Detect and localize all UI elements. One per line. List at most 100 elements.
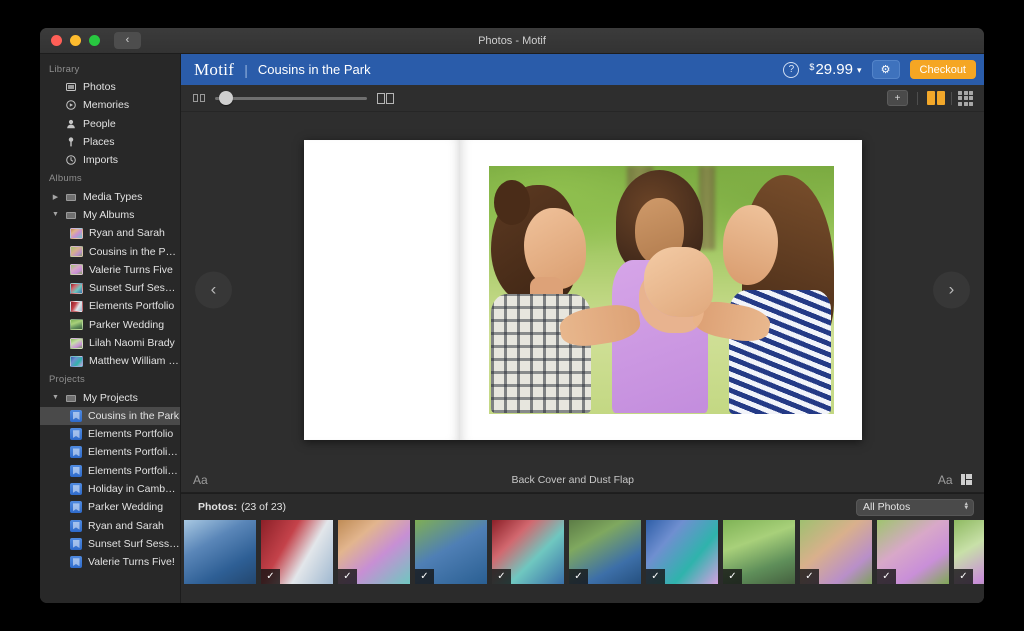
- sidebar-item-my-albums[interactable]: ▼ My Albums: [40, 206, 180, 224]
- sidebar-project-elements-portfolio-1[interactable]: Elements Portfolio: [40, 425, 180, 443]
- sidebar-project-holiday-in-cambodia[interactable]: Holiday in Cambodia: [40, 480, 180, 498]
- thumbnail-girls-with-bikes[interactable]: ✓: [723, 520, 795, 584]
- thumbnail-red-slide-tube[interactable]: ✓: [261, 520, 333, 584]
- book-photo[interactable]: [488, 165, 834, 414]
- help-icon[interactable]: ?: [783, 61, 800, 78]
- settings-button[interactable]: ⚙: [871, 60, 900, 79]
- maximize-icon[interactable]: [89, 35, 100, 46]
- used-check-icon: ✓: [261, 569, 280, 584]
- sidebar-item-label: Valerie Turns Five!: [88, 556, 175, 569]
- used-check-icon: ✓: [338, 569, 357, 584]
- sidebar-album-valerie-turns-five[interactable]: Valerie Turns Five: [40, 261, 180, 279]
- sidebar-item-places[interactable]: Places: [40, 133, 180, 151]
- sidebar-item-label: Holiday in Cambodia: [88, 483, 180, 496]
- book-page-right[interactable]: [460, 139, 862, 440]
- book-page-left[interactable]: [303, 139, 461, 440]
- sidebar-item-people[interactable]: People: [40, 115, 180, 133]
- project-icon: [70, 464, 82, 477]
- thumbnail-girl-blowing-bubbles[interactable]: ✓: [877, 520, 949, 584]
- sidebar-item-photos[interactable]: Photos: [40, 78, 180, 96]
- sidebar-project-valerie-turns-five[interactable]: Valerie Turns Five!: [40, 553, 180, 571]
- album-thumb-icon: [70, 227, 83, 239]
- double-page-icon[interactable]: [376, 92, 394, 104]
- thumbnail-boy-blue-shirt[interactable]: ✓: [415, 520, 487, 584]
- project-icon: [70, 483, 82, 496]
- toolbar-divider: [951, 91, 952, 105]
- grid-view-button[interactable]: [958, 90, 973, 106]
- sidebar-item-label: Valerie Turns Five: [89, 263, 173, 276]
- thumbnail-three-girls-bubbles[interactable]: ✓: [800, 520, 872, 584]
- sidebar-project-ryan-and-sarah[interactable]: Ryan and Sarah: [40, 517, 180, 535]
- sidebar-group-projects: Projects: [49, 374, 85, 386]
- places-icon: [65, 136, 77, 148]
- zoom-slider[interactable]: [214, 91, 367, 105]
- used-check-icon: ✓: [877, 569, 896, 584]
- sidebar-project-parker-wedding[interactable]: Parker Wedding: [40, 498, 180, 516]
- photos-label: Photos:: [198, 501, 238, 513]
- used-check-icon: ✓: [415, 569, 434, 584]
- sidebar[interactable]: Library Photos Memories People Places Im…: [40, 54, 181, 603]
- slider-knob[interactable]: [218, 91, 233, 105]
- two-page-view-button[interactable]: [927, 91, 945, 105]
- thumbnail-boy-on-slide[interactable]: [184, 520, 256, 584]
- sidebar-item-label: My Projects: [83, 391, 138, 404]
- toolbar-divider: [917, 91, 918, 105]
- book-canvas: ‹ ›: [181, 112, 984, 467]
- minimize-icon[interactable]: [70, 35, 81, 46]
- sidebar-item-label: Places: [83, 136, 115, 149]
- thumbnail-three-girls-playground[interactable]: ✓: [338, 520, 410, 584]
- sidebar-album-lilah-naomi-brady[interactable]: Lilah Naomi Brady: [40, 334, 180, 352]
- desktop-background: ‹ Photos - Motif Library Photos Memories: [0, 0, 1024, 631]
- sidebar-item-imports[interactable]: Imports: [40, 151, 180, 169]
- sidebar-project-sunset-surf-session[interactable]: Sunset Surf Session: [40, 535, 180, 553]
- checkout-button[interactable]: Checkout: [909, 60, 976, 79]
- project-title: Cousins in the Park: [257, 62, 371, 77]
- sidebar-group-library: Library: [49, 64, 80, 75]
- sidebar-album-elements-portfolio[interactable]: Elements Portfolio: [40, 297, 180, 315]
- chevron-right-icon[interactable]: ▶: [52, 193, 59, 201]
- sidebar-project-elements-portfolio-3[interactable]: Elements Portfolio…: [40, 462, 180, 480]
- thumbnail-boy-closeup-group[interactable]: ✓: [569, 520, 641, 584]
- sidebar-project-elements-portfolio-2[interactable]: Elements Portfolio…: [40, 443, 180, 461]
- sidebar-item-label: Sunset Surf Session: [89, 282, 180, 295]
- main-panel: Motif | Cousins in the Park ? $29.99 ▾ ⚙ …: [181, 54, 984, 603]
- used-check-icon: ✓: [646, 569, 665, 584]
- price-menu[interactable]: $29.99 ▾: [809, 61, 861, 78]
- close-icon[interactable]: [51, 35, 62, 46]
- sidebar-item-label: Cousins in the Park: [89, 245, 180, 258]
- sidebar-album-matthew-william[interactable]: Matthew William Ja…: [40, 352, 180, 370]
- text-style-left-button[interactable]: Aa: [193, 473, 208, 487]
- sidebar-item-label: Memories: [83, 99, 130, 112]
- sidebar-item-my-projects[interactable]: ▼ My Projects: [40, 388, 180, 406]
- motif-toolbar: Motif | Cousins in the Park ? $29.99 ▾ ⚙ …: [181, 54, 984, 85]
- thumbnail-kids-red-slide[interactable]: ✓: [492, 520, 564, 584]
- add-page-button[interactable]: +: [887, 90, 908, 106]
- sidebar-album-ryan-and-sarah[interactable]: Ryan and Sarah: [40, 224, 180, 242]
- sidebar-item-media-types[interactable]: ▶ Media Types: [40, 187, 180, 205]
- book-spread[interactable]: [303, 139, 862, 440]
- sidebar-album-cousins-in-the-park[interactable]: Cousins in the Park: [40, 242, 180, 260]
- imports-icon: [65, 154, 77, 166]
- sidebar-album-parker-wedding[interactable]: Parker Wedding: [40, 316, 180, 334]
- thumbnail-girl-climbing-frame[interactable]: ✓: [646, 520, 718, 584]
- previous-page-button[interactable]: ‹: [195, 271, 232, 308]
- photo-filter-dropdown[interactable]: All Photos ▴ ▾: [856, 498, 974, 516]
- project-icon: [70, 501, 82, 514]
- chevron-down-icon[interactable]: ▼: [52, 211, 59, 218]
- thumbnail-strip[interactable]: ✓ ✓ ✓ ✓ ✓ ✓ ✓ ✓ ✓ ✓: [181, 520, 984, 603]
- slider-track: [214, 97, 367, 100]
- chevron-down-icon[interactable]: ▼: [52, 394, 59, 401]
- project-icon: [70, 428, 82, 441]
- sidebar-item-label: Elements Portfolio: [88, 428, 174, 441]
- layout-options-button[interactable]: [960, 474, 972, 485]
- next-page-button[interactable]: ›: [933, 271, 970, 308]
- folder-icon: [65, 191, 77, 203]
- single-page-icon[interactable]: [193, 94, 205, 102]
- sidebar-album-sunset-surf-session[interactable]: Sunset Surf Session: [40, 279, 180, 297]
- sidebar-item-memories[interactable]: Memories: [40, 96, 180, 114]
- window-controls: [51, 35, 100, 46]
- thumbnail-girl-bubbles-park[interactable]: ✓: [954, 520, 984, 584]
- sidebar-project-cousins-in-the-park[interactable]: Cousins in the Park: [40, 406, 180, 426]
- back-button[interactable]: ‹: [114, 32, 141, 49]
- text-style-right-button[interactable]: Aa: [938, 473, 953, 487]
